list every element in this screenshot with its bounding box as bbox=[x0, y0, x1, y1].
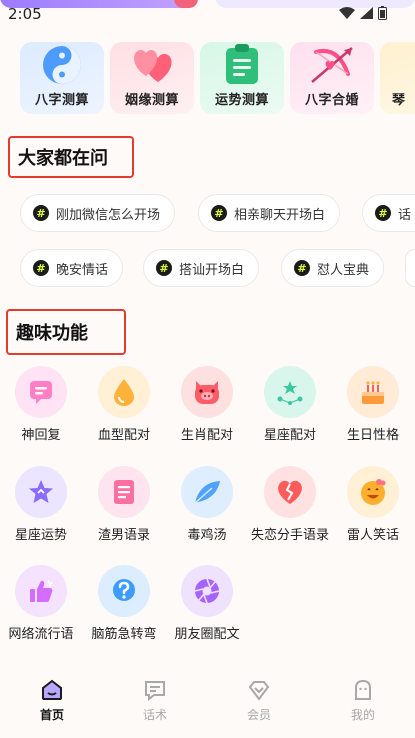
section-hot-title: 大家都在问 bbox=[8, 136, 134, 178]
chip-label: 相亲聊天开场白 bbox=[234, 207, 326, 223]
hearts-icon bbox=[128, 42, 176, 90]
card-marriage-label: 姻缘测算 bbox=[124, 93, 179, 108]
chip-hot-2[interactable]: # 相亲聊天开场白 bbox=[198, 194, 341, 232]
hashtag-icon: # bbox=[375, 205, 391, 221]
section-fun-title-text: 趣味功能 bbox=[16, 323, 88, 344]
bottom-tab-bar: 首页 话术 会员 我的 bbox=[0, 668, 415, 738]
feature-cards: 八字测算 姻缘测算 运势测算 八字合婚 琴 bbox=[20, 26, 415, 114]
chip-label: 晚安情话 bbox=[56, 262, 109, 278]
card-hehun[interactable]: 八字合婚 bbox=[290, 42, 374, 114]
status-icons bbox=[339, 6, 387, 20]
chip-label: 搭讪开场白 bbox=[179, 262, 245, 278]
thumbs-up-icon bbox=[15, 565, 67, 617]
chip-hot-5[interactable]: # 搭讪开场白 bbox=[143, 249, 260, 287]
func-zhanan[interactable]: 渣男语录 bbox=[83, 466, 165, 554]
card-fortune-label: 运势测算 bbox=[214, 93, 269, 108]
diamond-icon bbox=[248, 681, 270, 701]
notebook-icon bbox=[98, 466, 150, 518]
chip-hot-4[interactable]: # 晚安情话 bbox=[20, 249, 124, 287]
question-icon bbox=[98, 565, 150, 617]
tab-label: 话术 bbox=[142, 708, 167, 722]
func-label: 朋友圈配文 bbox=[174, 627, 240, 642]
star-icon bbox=[15, 466, 67, 518]
tab-member[interactable]: 会员 bbox=[229, 678, 289, 723]
chip-hot-3[interactable]: # 话 bbox=[362, 194, 415, 232]
status-bar: 2:05 bbox=[0, 0, 415, 28]
constellation-icon bbox=[264, 366, 316, 418]
section-fun-title: 趣味功能 bbox=[6, 309, 126, 355]
aperture-icon bbox=[181, 565, 233, 617]
chip-hot-6[interactable]: # 怼人宝典 bbox=[281, 249, 385, 287]
cupid-bow-icon bbox=[308, 44, 356, 90]
card-fortune[interactable]: 运势测算 bbox=[200, 42, 284, 114]
laugh-face-icon bbox=[347, 466, 399, 518]
broken-heart-icon bbox=[264, 466, 316, 518]
hashtag-icon: # bbox=[33, 205, 49, 221]
func-dujitang[interactable]: 毒鸡汤 bbox=[166, 466, 248, 554]
func-shengri[interactable]: 生日性格 bbox=[332, 366, 414, 454]
tab-label: 我的 bbox=[350, 708, 375, 722]
card-bazi[interactable]: 八字测算 bbox=[20, 42, 104, 114]
tab-mine[interactable]: 我的 bbox=[333, 678, 393, 723]
battery-icon bbox=[378, 6, 387, 20]
chip-hot-1[interactable]: # 刚加微信怎么开场 bbox=[20, 194, 176, 232]
func-liuxingyu[interactable]: 网络流行语 bbox=[0, 565, 82, 653]
yin-yang-icon bbox=[41, 44, 83, 90]
home-icon bbox=[42, 679, 62, 700]
card-partial-label: 琴 bbox=[392, 93, 406, 108]
func-xiaohua[interactable]: 雷人笑话 bbox=[332, 466, 414, 554]
banner-dot bbox=[174, 0, 198, 8]
cake-icon bbox=[347, 366, 399, 418]
func-shengxiao[interactable]: 生肖配对 bbox=[166, 366, 248, 454]
card-partial[interactable]: 琴 bbox=[380, 42, 415, 114]
tab-label: 首页 bbox=[39, 708, 64, 722]
chat-icon bbox=[15, 366, 67, 418]
func-shenhuifu[interactable]: 神回复 bbox=[0, 366, 82, 454]
blood-drop-icon bbox=[98, 366, 150, 418]
profile-icon bbox=[355, 679, 371, 700]
speech-icon bbox=[145, 681, 165, 702]
chip-label: 刚加微信怎么开场 bbox=[56, 207, 161, 223]
tab-label: 会员 bbox=[246, 708, 271, 722]
hashtag-icon: # bbox=[156, 260, 172, 276]
chip-label: 话 bbox=[398, 207, 412, 223]
status-time: 2:05 bbox=[8, 5, 42, 23]
func-xingzuo-yunshi[interactable]: 星座运势 bbox=[0, 466, 82, 554]
chip-label: 怼人宝典 bbox=[317, 262, 370, 278]
hashtag-icon: # bbox=[294, 260, 310, 276]
tab-huashu[interactable]: 话术 bbox=[125, 678, 185, 723]
feather-icon bbox=[181, 466, 233, 518]
func-shilian[interactable]: 失恋分手语录 bbox=[249, 466, 331, 554]
hashtag-icon: # bbox=[33, 260, 49, 276]
card-marriage[interactable]: 姻缘测算 bbox=[110, 42, 194, 114]
section-hot-title-text: 大家都在问 bbox=[18, 148, 108, 169]
func-label: 雷人笑话 bbox=[346, 528, 399, 543]
pig-icon bbox=[181, 366, 233, 418]
chip-hot-7[interactable] bbox=[405, 249, 415, 287]
card-bazi-label: 八字测算 bbox=[34, 93, 89, 108]
func-xingzuo-peidui[interactable]: 星座配对 bbox=[249, 366, 331, 454]
card-hehun-label: 八字合婚 bbox=[304, 93, 359, 108]
func-xuexing[interactable]: 血型配对 bbox=[83, 366, 165, 454]
signal-icon bbox=[360, 7, 373, 19]
clipboard-icon bbox=[224, 44, 260, 90]
tab-home[interactable]: 首页 bbox=[22, 678, 82, 723]
hashtag-icon: # bbox=[211, 205, 227, 221]
func-label: 生日性格 bbox=[346, 428, 399, 443]
func-pengyouquan[interactable]: 朋友圈配文 bbox=[166, 565, 248, 653]
func-naojin[interactable]: 脑筋急转弯 bbox=[83, 565, 165, 653]
wifi-icon bbox=[339, 7, 355, 19]
